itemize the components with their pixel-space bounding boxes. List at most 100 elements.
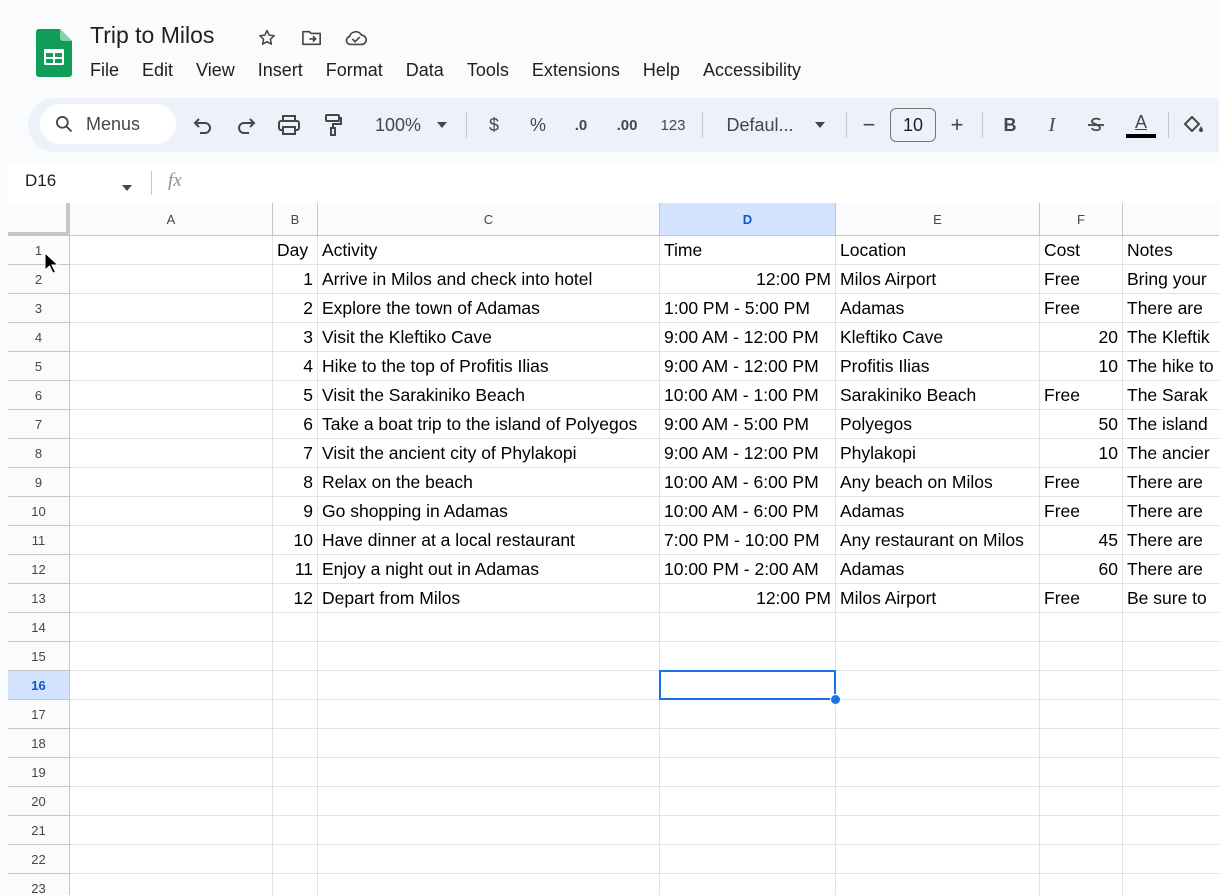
cell-F2[interactable]: Free (1040, 265, 1123, 294)
cell-A18[interactable] (70, 729, 273, 758)
cell-F6[interactable]: Free (1040, 381, 1123, 410)
fill-color-icon[interactable] (1180, 112, 1206, 138)
cell-B8[interactable]: 7 (273, 439, 318, 468)
cell-E21[interactable] (836, 816, 1040, 845)
cell-G12[interactable]: There are (1123, 555, 1219, 584)
menu-file[interactable]: File (90, 58, 119, 83)
cell-B4[interactable]: 3 (273, 323, 318, 352)
redo-icon[interactable] (233, 112, 259, 138)
font-dropdown-icon[interactable] (812, 112, 828, 138)
row-header[interactable]: 2 (8, 265, 70, 294)
cell-G16[interactable] (1123, 671, 1219, 700)
sheets-logo-icon[interactable] (36, 29, 72, 77)
percent-format-button[interactable]: % (526, 112, 550, 138)
cell-B2[interactable]: 1 (273, 265, 318, 294)
italic-button[interactable]: I (1040, 112, 1064, 138)
menu-extensions[interactable]: Extensions (532, 58, 620, 83)
cell-C21[interactable] (318, 816, 660, 845)
cell-C20[interactable] (318, 787, 660, 816)
name-box-dropdown-icon[interactable] (122, 178, 132, 196)
active-cell-selection[interactable] (659, 670, 836, 700)
menus-search[interactable]: Menus (40, 104, 176, 144)
cell-D11[interactable]: 7:00 PM - 10:00 PM (660, 526, 836, 555)
cell-G20[interactable] (1123, 787, 1219, 816)
cell-D12[interactable]: 10:00 PM - 2:00 AM (660, 555, 836, 584)
cell-D3[interactable]: 1:00 PM - 5:00 PM (660, 294, 836, 323)
cell-C13[interactable]: Depart from Milos (318, 584, 660, 613)
cell-A14[interactable] (70, 613, 273, 642)
cell-E17[interactable] (836, 700, 1040, 729)
cell-A10[interactable] (70, 497, 273, 526)
cell-G11[interactable]: There are (1123, 526, 1219, 555)
cell-A16[interactable] (70, 671, 273, 700)
row-header[interactable]: 7 (8, 410, 70, 439)
row-header[interactable]: 11 (8, 526, 70, 555)
cell-G19[interactable] (1123, 758, 1219, 787)
print-icon[interactable] (276, 112, 302, 138)
cell-F17[interactable] (1040, 700, 1123, 729)
cell-G10[interactable]: There are (1123, 497, 1219, 526)
column-header-D[interactable]: D (660, 203, 836, 236)
select-all-corner[interactable] (8, 203, 70, 236)
row-header[interactable]: 1 (8, 236, 70, 265)
menu-accessibility[interactable]: Accessibility (703, 58, 801, 83)
menu-data[interactable]: Data (406, 58, 444, 83)
cell-D17[interactable] (660, 700, 836, 729)
row-header[interactable]: 21 (8, 816, 70, 845)
cell-C17[interactable] (318, 700, 660, 729)
cell-G2[interactable]: Bring your (1123, 265, 1219, 294)
cell-F14[interactable] (1040, 613, 1123, 642)
cell-C2[interactable]: Arrive in Milos and check into hotel (318, 265, 660, 294)
cell-F3[interactable]: Free (1040, 294, 1123, 323)
font-size-input[interactable]: 10 (890, 108, 936, 142)
cell-E23[interactable] (836, 874, 1040, 895)
cell-G6[interactable]: The Sarak (1123, 381, 1219, 410)
cell-A19[interactable] (70, 758, 273, 787)
cell-A13[interactable] (70, 584, 273, 613)
zoom-dropdown-icon[interactable] (434, 112, 450, 138)
cell-F20[interactable] (1040, 787, 1123, 816)
cell-E11[interactable]: Any restaurant on Milos (836, 526, 1040, 555)
row-header[interactable]: 23 (8, 874, 70, 895)
cell-E22[interactable] (836, 845, 1040, 874)
cell-D15[interactable] (660, 642, 836, 671)
undo-icon[interactable] (190, 112, 216, 138)
cell-B16[interactable] (273, 671, 318, 700)
cell-G14[interactable] (1123, 613, 1219, 642)
row-header[interactable]: 17 (8, 700, 70, 729)
cell-E8[interactable]: Phylakopi (836, 439, 1040, 468)
cell-B17[interactable] (273, 700, 318, 729)
cell-B22[interactable] (273, 845, 318, 874)
name-box[interactable]: D16 (25, 171, 56, 191)
cell-A17[interactable] (70, 700, 273, 729)
row-header[interactable]: 22 (8, 845, 70, 874)
cell-B5[interactable]: 4 (273, 352, 318, 381)
cell-D13[interactable]: 12:00 PM (660, 584, 836, 613)
cell-D5[interactable]: 9:00 AM - 12:00 PM (660, 352, 836, 381)
cell-F12[interactable]: 60 (1040, 555, 1123, 584)
cell-A6[interactable] (70, 381, 273, 410)
cell-B23[interactable] (273, 874, 318, 895)
cell-F15[interactable] (1040, 642, 1123, 671)
fill-handle[interactable] (830, 694, 841, 705)
cell-F8[interactable]: 10 (1040, 439, 1123, 468)
cell-D8[interactable]: 9:00 AM - 12:00 PM (660, 439, 836, 468)
row-header[interactable]: 16 (8, 671, 70, 700)
row-header[interactable]: 20 (8, 787, 70, 816)
cell-A22[interactable] (70, 845, 273, 874)
increase-font-size-button[interactable]: + (946, 112, 968, 138)
cell-D19[interactable] (660, 758, 836, 787)
cell-A11[interactable] (70, 526, 273, 555)
row-header[interactable]: 13 (8, 584, 70, 613)
cell-C10[interactable]: Go shopping in Adamas (318, 497, 660, 526)
cell-D9[interactable]: 10:00 AM - 6:00 PM (660, 468, 836, 497)
menu-edit[interactable]: Edit (142, 58, 173, 83)
star-icon[interactable] (255, 26, 279, 50)
cell-B18[interactable] (273, 729, 318, 758)
menu-format[interactable]: Format (326, 58, 383, 83)
cell-G23[interactable] (1123, 874, 1219, 895)
document-title[interactable]: Trip to Milos (90, 22, 214, 49)
cell-F23[interactable] (1040, 874, 1123, 895)
bold-button[interactable]: B (998, 112, 1022, 138)
cell-E6[interactable]: Sarakiniko Beach (836, 381, 1040, 410)
